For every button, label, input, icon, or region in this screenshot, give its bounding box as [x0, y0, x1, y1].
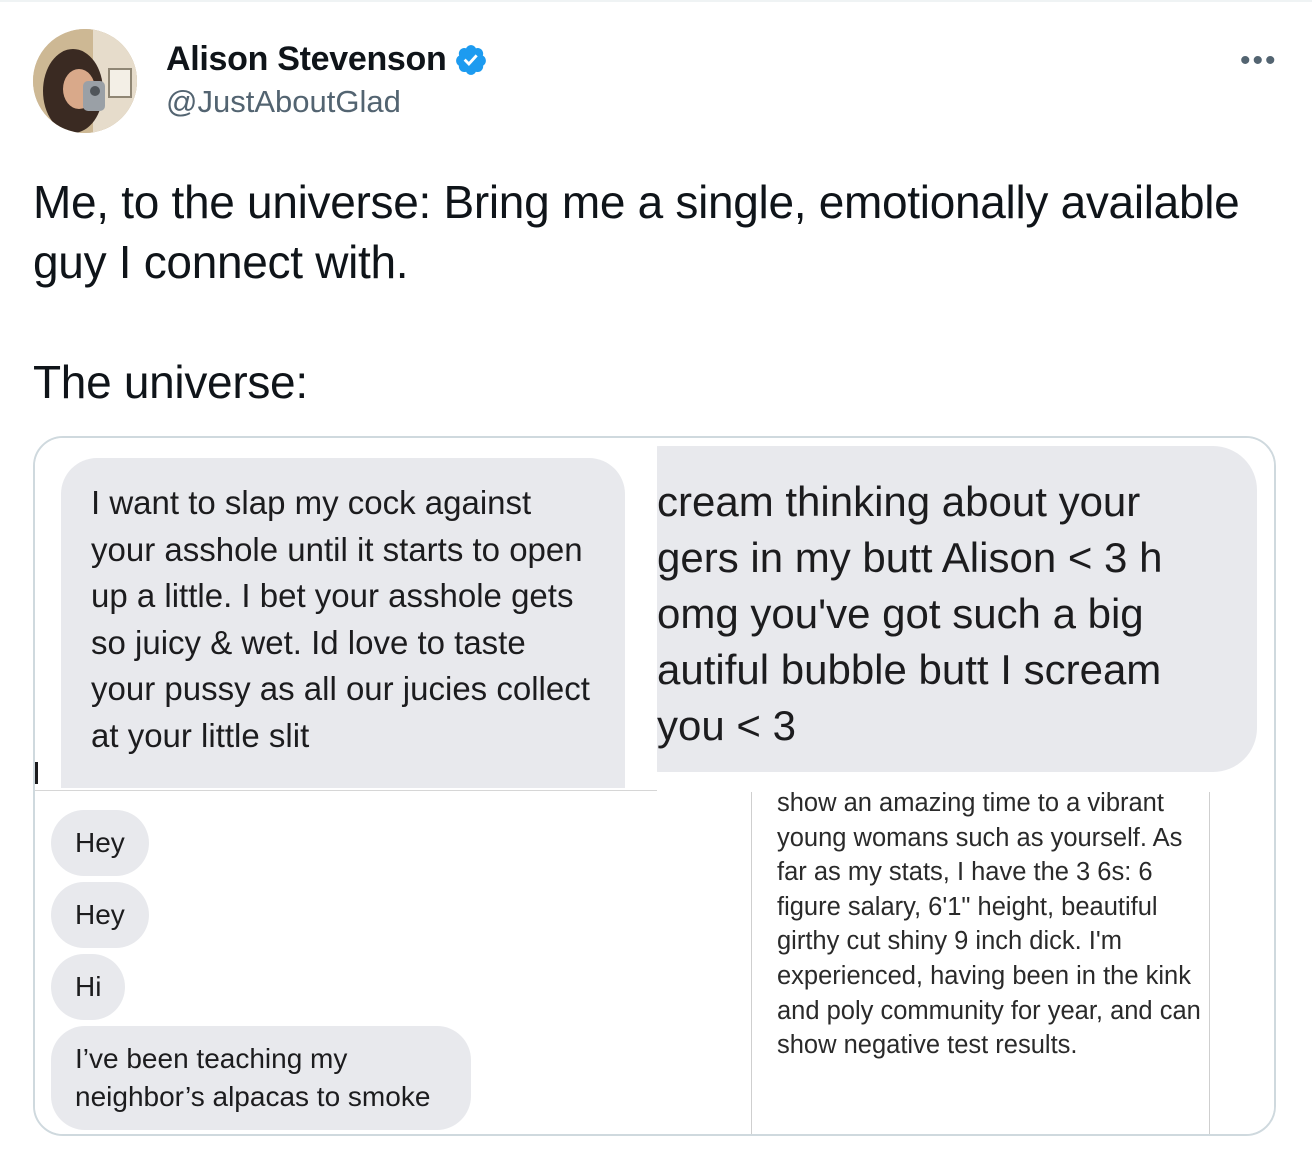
message-bubble: I want to slap my cock against your assh… — [61, 458, 625, 788]
message-text: show an amazing time to a vibrant young … — [777, 792, 1201, 1060]
avatar-photo-icon — [33, 29, 137, 133]
tweet-media-grid[interactable]: I want to slap my cock against your assh… — [33, 436, 1276, 1136]
image-divider — [35, 790, 657, 791]
author-name-row: Alison Stevenson — [166, 40, 488, 79]
message-bubble: Hi — [51, 954, 126, 1020]
media-image-1[interactable]: I want to slap my cock against your assh… — [35, 438, 657, 792]
message-bubble: Hey — [51, 882, 149, 948]
author-handle[interactable]: @JustAboutGlad — [166, 84, 401, 120]
more-icon[interactable]: ••• — [1240, 44, 1278, 78]
tweet-text: Me, to the universe: Bring me a single, … — [33, 176, 1240, 408]
message-bubble: I’ve been teaching my neighbor’s alpacas… — [51, 1026, 471, 1130]
media-image-4[interactable]: show an amazing time to a vibrant young … — [751, 792, 1274, 1134]
message-bubble: cream thinking about your gers in my but… — [657, 446, 1257, 772]
author-display-name[interactable]: Alison Stevenson — [166, 40, 447, 79]
message-bubble: Hey — [51, 810, 149, 876]
media-image-2[interactable]: cream thinking about your gers in my but… — [657, 438, 1274, 792]
image-border-line — [751, 792, 752, 1134]
avatar[interactable] — [33, 29, 137, 133]
top-divider — [0, 0, 1312, 2]
verified-badge-icon — [454, 43, 488, 77]
media-image-3[interactable]: Hey Hey Hi I’ve been teaching my neighbo… — [35, 792, 751, 1134]
crop-edge-mark — [35, 762, 38, 784]
